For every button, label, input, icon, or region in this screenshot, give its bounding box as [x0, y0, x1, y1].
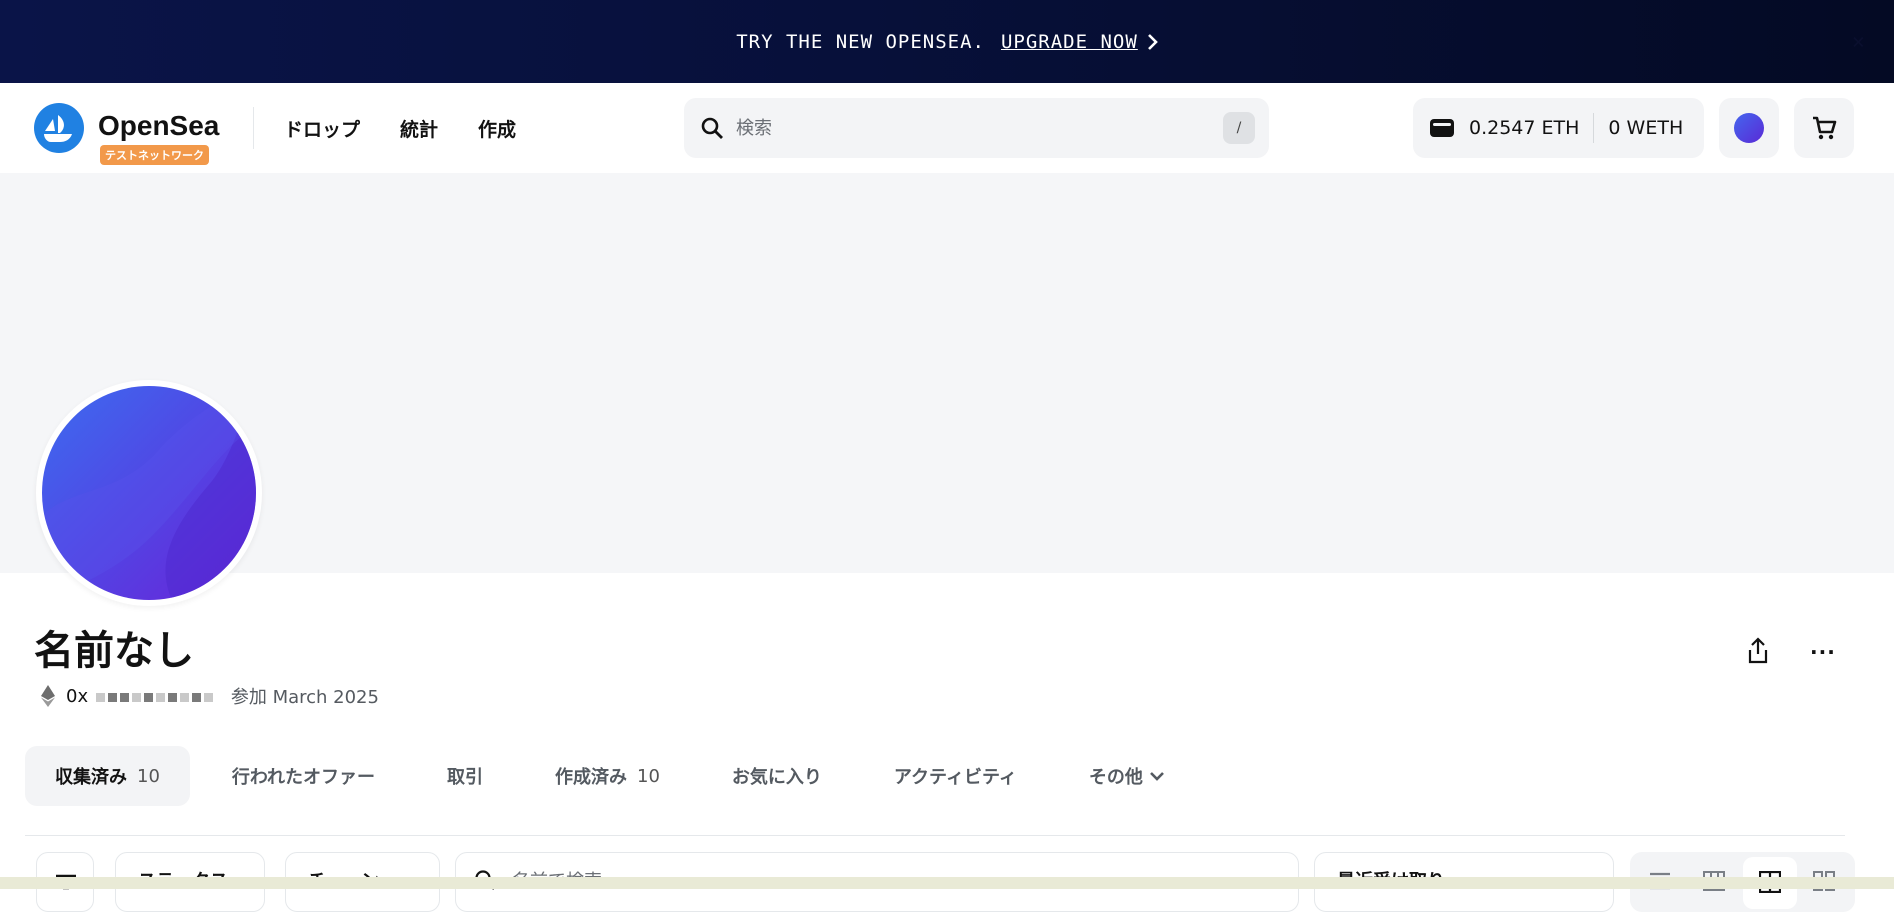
profile-meta: 0x 参加 March 2025	[40, 683, 379, 709]
search-shortcut-key: /	[1223, 112, 1255, 144]
logo-wordmark: OpenSea	[98, 110, 220, 141]
avatar	[1734, 113, 1764, 143]
tab-label: 収集済み	[55, 767, 127, 788]
tab-deals[interactable]: 取引	[417, 746, 513, 806]
nav-stats[interactable]: 統計	[400, 115, 438, 142]
tabs-divider	[25, 835, 1845, 836]
wallet-icon	[1429, 117, 1455, 139]
window-bottom-strip	[0, 877, 1894, 889]
promo-banner: TRY THE NEW OPENSEA. UPGRADE NOW ×	[0, 0, 1894, 83]
tab-count: 10	[137, 765, 160, 787]
address-prefix: 0x	[66, 685, 89, 707]
opensea-ship-icon	[34, 103, 84, 153]
tab-favorites[interactable]: お気に入り	[702, 746, 852, 806]
tab-label: お気に入り	[731, 767, 822, 788]
tab-count: 10	[637, 765, 660, 787]
tab-created[interactable]: 作成済み 10	[525, 746, 690, 806]
tab-collected[interactable]: 収集済み 10	[25, 746, 190, 806]
profile-tabs: 収集済み 10 行われたオファー 取引 作成済み 10 お気に入り アクティビテ…	[25, 746, 1207, 806]
wallet-address[interactable]: 0x	[66, 686, 213, 707]
tab-activity[interactable]: アクティビティ	[864, 746, 1047, 806]
tab-label: アクティビティ	[893, 767, 1017, 788]
tab-more[interactable]: その他	[1059, 746, 1195, 806]
chevron-right-icon[interactable]	[1146, 33, 1158, 51]
top-header: OpenSea テストネットワーク ドロップ 統計 作成 / 0.2547 ET…	[0, 83, 1894, 173]
main-nav: ドロップ 統計 作成	[284, 115, 516, 142]
tab-label: 作成済み	[555, 767, 628, 788]
profile-cover	[0, 173, 1894, 573]
tab-label: その他	[1088, 767, 1143, 788]
cart-button[interactable]	[1794, 98, 1854, 158]
nav-create[interactable]: 作成	[478, 115, 516, 142]
nav-drops[interactable]: ドロップ	[284, 115, 360, 142]
eth-balance: 0.2547 ETH	[1469, 117, 1580, 139]
profile-avatar	[36, 380, 262, 606]
global-search[interactable]: /	[684, 98, 1269, 158]
more-options-icon[interactable]: ···	[1810, 640, 1836, 664]
search-icon	[700, 116, 724, 140]
address-redacted	[95, 692, 213, 702]
header-divider	[253, 107, 254, 149]
joined-date: 参加 March 2025	[230, 687, 379, 708]
cart-icon	[1810, 114, 1838, 142]
tab-label: 行われたオファー	[231, 767, 376, 788]
close-icon[interactable]: ×	[1852, 30, 1866, 55]
ethereum-icon	[40, 684, 56, 708]
tab-label: 取引	[447, 767, 484, 788]
wallet-balance[interactable]: 0.2547 ETH 0 WETH	[1413, 98, 1704, 158]
chevron-down-icon	[1149, 770, 1165, 782]
testnet-badge: テストネットワーク	[100, 145, 209, 165]
profile-name: 名前なし	[34, 628, 194, 674]
weth-balance: 0 WETH	[1608, 117, 1684, 139]
share-icon[interactable]	[1746, 637, 1770, 665]
wallet-separator	[1593, 113, 1595, 143]
search-input[interactable]	[736, 117, 1216, 139]
promo-text: TRY THE NEW OPENSEA.	[736, 30, 985, 53]
upgrade-now-link[interactable]: UPGRADE NOW	[1001, 31, 1138, 53]
account-button[interactable]	[1719, 98, 1779, 158]
tab-offers-made[interactable]: 行われたオファー	[202, 746, 405, 806]
